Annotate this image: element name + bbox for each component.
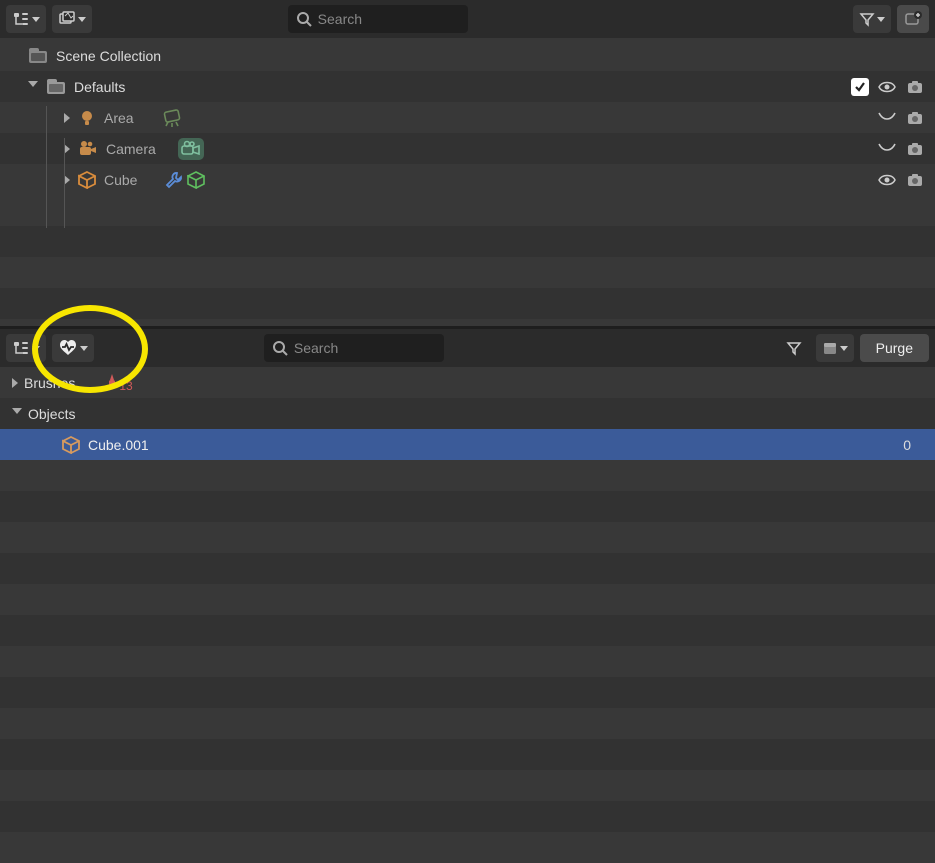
editor-type-dropdown[interactable] <box>6 5 46 33</box>
chevron-down-icon <box>877 17 885 22</box>
camera-icon[interactable] <box>905 108 925 128</box>
disclosure-toggle[interactable] <box>28 81 38 92</box>
movie-camera-icon <box>78 140 98 158</box>
object-label: Camera <box>106 141 156 157</box>
outliner-row-scene-collection[interactable]: Scene Collection <box>0 40 935 71</box>
light-bulb-icon <box>78 109 96 127</box>
file-box-icon <box>822 340 838 356</box>
display-mode-dropdown[interactable] <box>52 5 92 33</box>
outliner-tree-icon <box>12 10 30 28</box>
chevron-down-icon <box>80 346 88 351</box>
defaults-label: Defaults <box>74 79 125 95</box>
tree-guide-line <box>64 138 65 228</box>
purge-label: Purge <box>876 340 913 356</box>
mesh-data-icon[interactable] <box>187 171 205 189</box>
orphan-search[interactable] <box>264 334 444 362</box>
camera-data-icon[interactable] <box>178 138 204 160</box>
outliner-row-cube[interactable]: Cube <box>0 164 935 195</box>
search-icon <box>296 11 312 27</box>
orphan-data-header: Purge <box>0 329 935 367</box>
search-icon <box>272 340 288 356</box>
disclosure-toggle[interactable] <box>12 408 22 419</box>
collection-box-icon <box>28 47 48 65</box>
chevron-down-icon <box>32 346 40 351</box>
add-collection-icon <box>904 10 922 28</box>
chevron-down-icon <box>840 346 848 351</box>
filter-library-dropdown[interactable] <box>816 334 854 362</box>
funnel-icon <box>859 11 875 27</box>
orphan-search-input[interactable] <box>294 340 436 356</box>
object-label: Cube <box>104 172 137 188</box>
new-collection-button[interactable] <box>897 5 929 33</box>
orphan-row-brushes[interactable]: Brushes 13 <box>0 367 935 398</box>
outliner-header <box>0 0 935 38</box>
brushes-label: Brushes <box>24 375 75 391</box>
camera-icon[interactable] <box>905 77 925 97</box>
eye-closed-icon[interactable] <box>877 142 897 156</box>
tree-guide-line <box>46 106 47 228</box>
include-toggle[interactable] <box>851 78 869 96</box>
mesh-cube-icon <box>62 436 80 454</box>
outliner-search[interactable] <box>288 5 468 33</box>
eye-icon[interactable] <box>877 170 897 190</box>
outliner-tree: Scene Collection Defaults <box>0 38 935 326</box>
collection-icon <box>46 78 66 96</box>
orphan-row-objects[interactable]: Objects <box>0 398 935 429</box>
orphan-data-mode-dropdown[interactable] <box>52 334 94 362</box>
camera-icon[interactable] <box>905 139 925 159</box>
eye-closed-icon[interactable] <box>877 111 897 125</box>
eye-icon[interactable] <box>877 77 897 97</box>
filter-dropdown[interactable] <box>853 5 891 33</box>
user-count: 0 <box>903 437 911 453</box>
mesh-cube-icon <box>78 171 96 189</box>
brushes-count: 13 <box>119 379 132 393</box>
outliner-search-input[interactable] <box>318 11 460 27</box>
editor-type-dropdown-bottom[interactable] <box>6 334 46 362</box>
orphan-tree: Brushes 13 Objects Cube.001 0 <box>0 367 935 863</box>
outliner-empty-area <box>0 195 935 326</box>
outliner-row-defaults[interactable]: Defaults <box>0 71 935 102</box>
outliner-tree-icon <box>12 339 30 357</box>
outliner-row-camera[interactable]: Camera <box>0 133 935 164</box>
view-layer-icon <box>58 10 76 28</box>
outliner-row-area[interactable]: Area <box>0 102 935 133</box>
selected-object-label: Cube.001 <box>88 437 149 453</box>
purge-button[interactable]: Purge <box>860 334 929 362</box>
orphan-empty-area <box>0 460 935 863</box>
camera-icon[interactable] <box>905 170 925 190</box>
object-label: Area <box>104 110 134 126</box>
funnel-icon <box>786 340 802 356</box>
orphan-row-selected[interactable]: Cube.001 0 <box>0 429 935 460</box>
area-light-data-icon[interactable] <box>162 109 182 127</box>
orphan-heart-icon <box>58 339 78 357</box>
modifier-wrench-icon[interactable] <box>165 171 183 189</box>
disclosure-toggle[interactable] <box>12 378 18 388</box>
scene-collection-label: Scene Collection <box>56 48 161 64</box>
chevron-down-icon <box>78 17 86 22</box>
chevron-down-icon <box>32 17 40 22</box>
disclosure-toggle[interactable] <box>64 113 70 123</box>
objects-label: Objects <box>28 406 75 422</box>
filter-button[interactable] <box>778 334 810 362</box>
